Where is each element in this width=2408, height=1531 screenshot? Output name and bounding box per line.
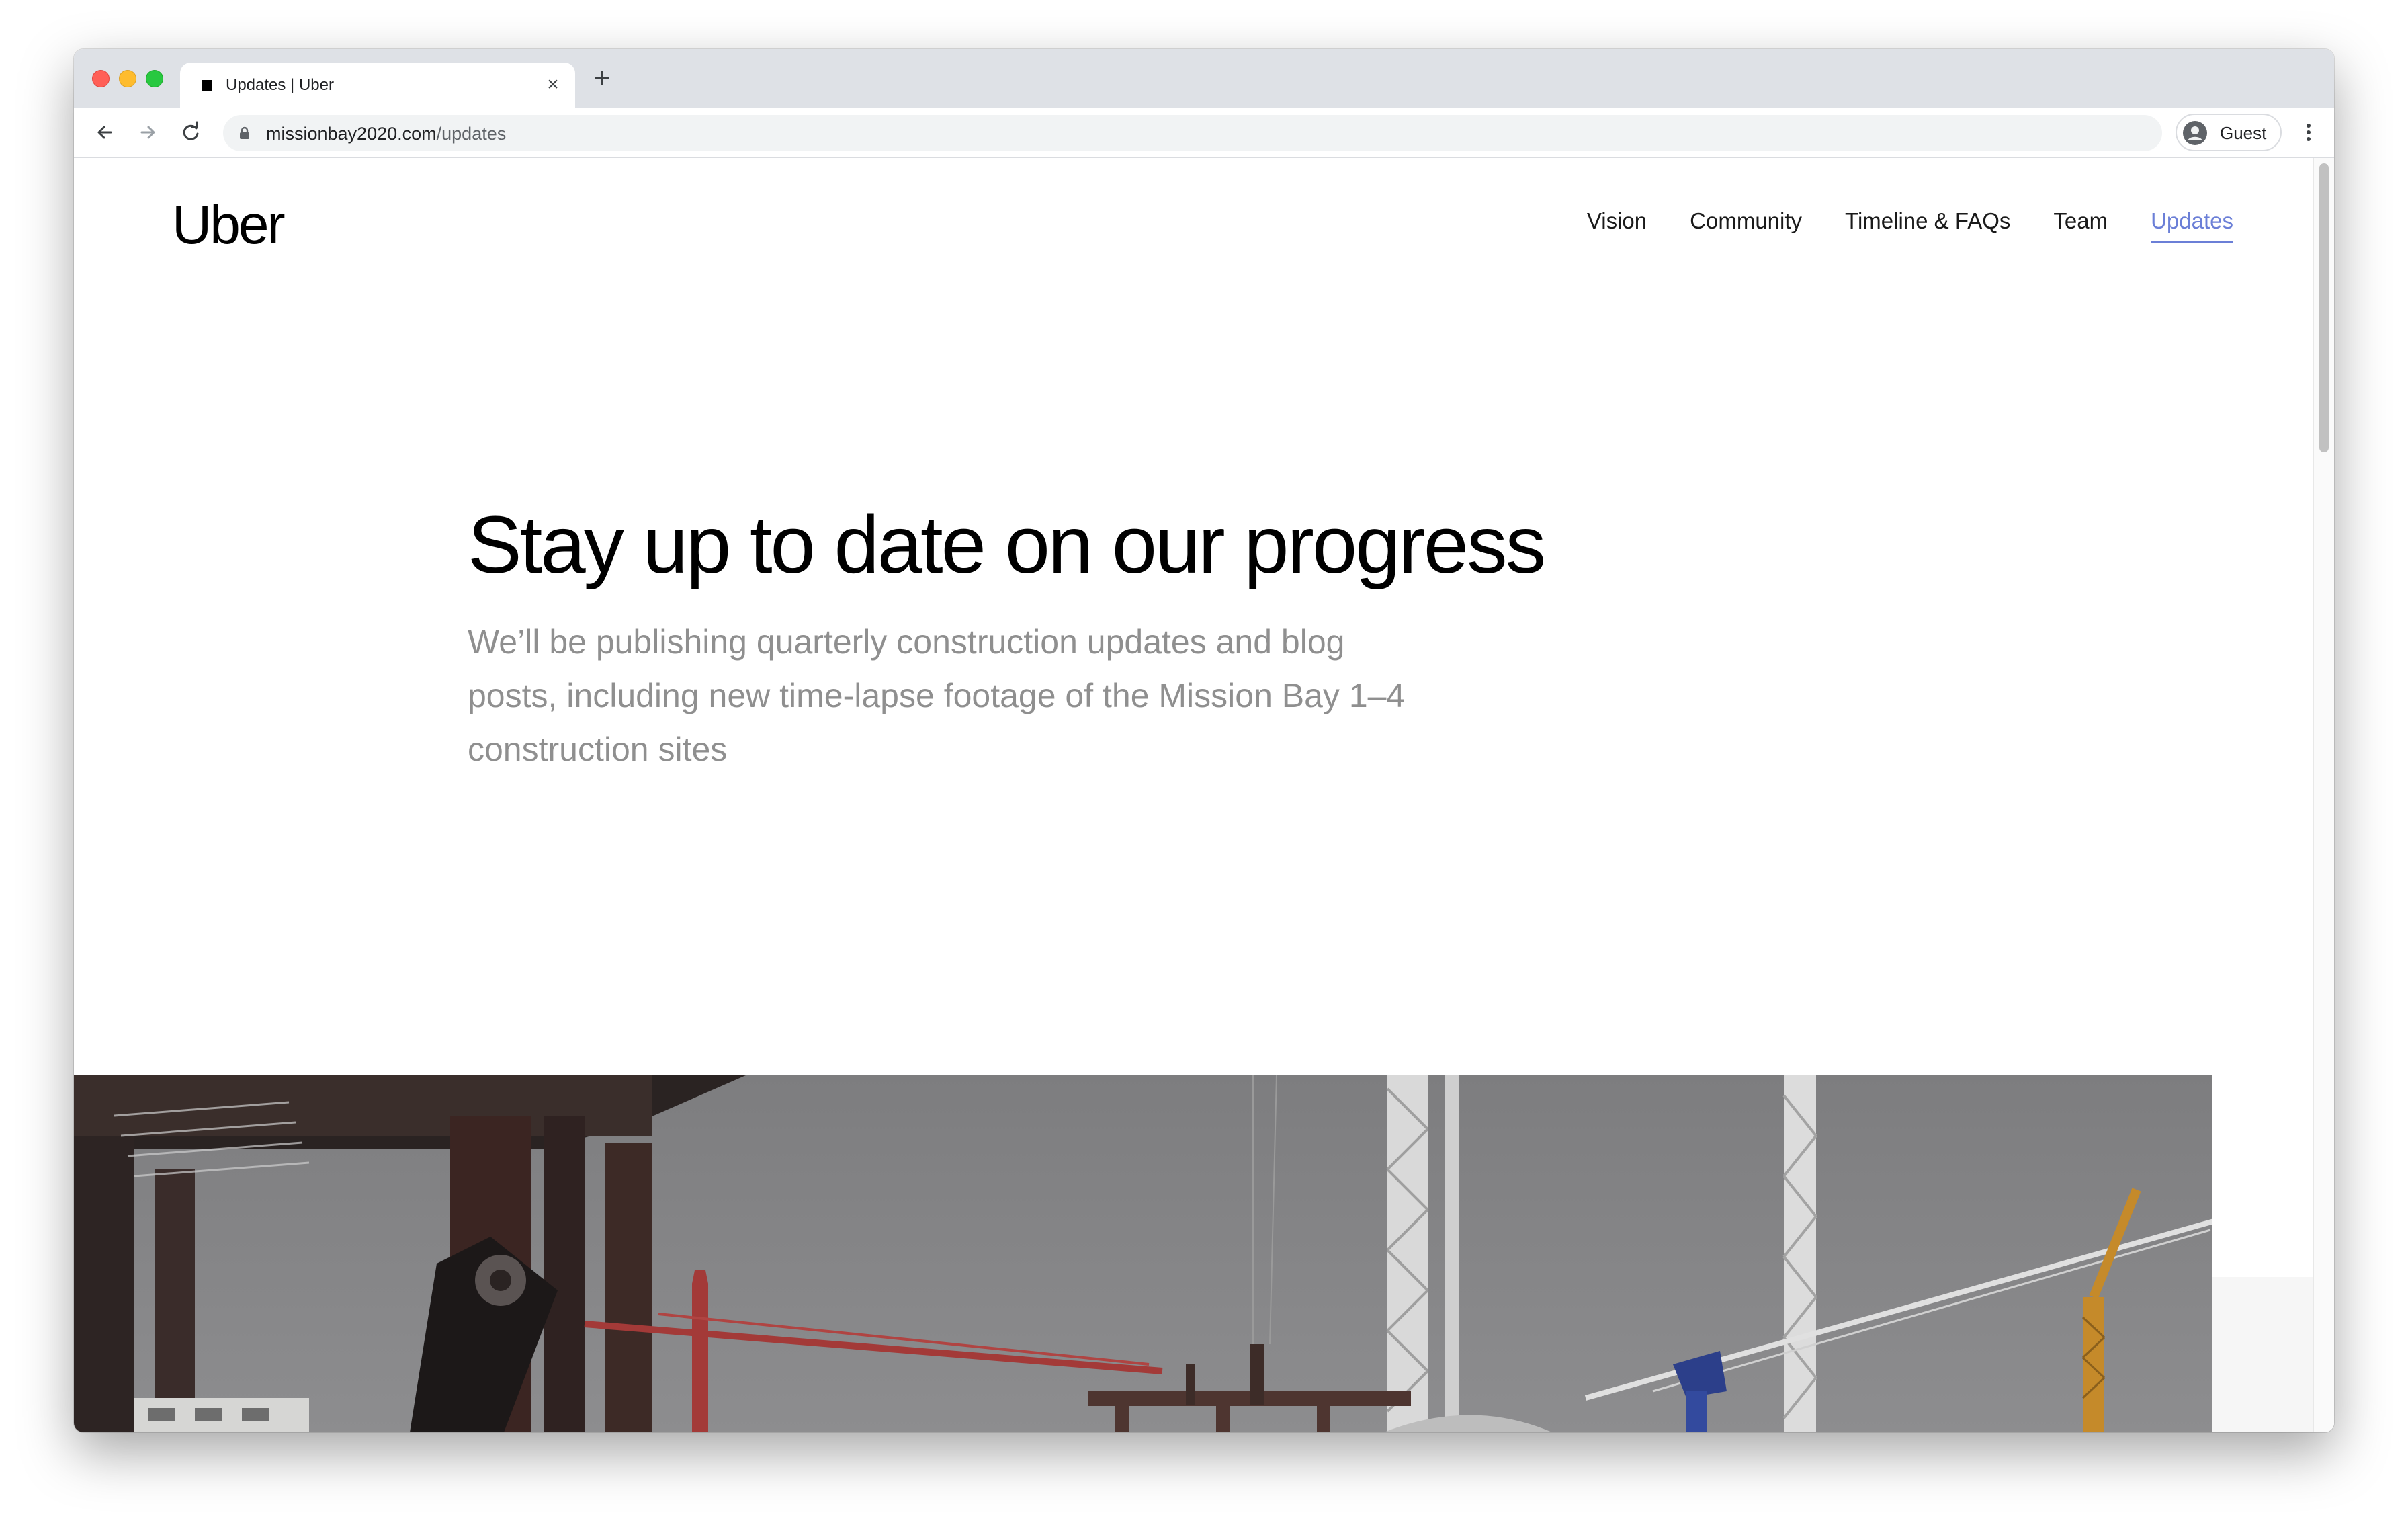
profile-label: Guest [2220,123,2267,143]
scrollbar[interactable] [2313,158,2334,1432]
url-text: missionbay2020.com/updates [266,124,506,144]
construction-photo [74,1075,2212,1432]
address-bar[interactable]: missionbay2020.com/updates [223,115,2162,151]
close-icon[interactable]: × [542,73,564,96]
nav-item-updates[interactable]: Updates [2151,208,2233,243]
arrow-right-icon[interactable] [133,118,163,147]
maximize-window-button[interactable] [146,70,163,87]
plus-icon[interactable]: + [587,64,617,93]
favicon-icon [202,80,212,91]
page-subtitle: We’ll be publishing quarterly constructi… [468,623,1406,768]
arrow-left-icon[interactable] [90,118,120,147]
browser-window: Updates | Uber × + missionbay2020.com/up… [74,49,2334,1432]
vertical-dots-icon[interactable] [2295,119,2322,146]
tab-strip: Updates | Uber × + [74,49,2334,108]
browser-tab[interactable]: Updates | Uber × [180,63,575,108]
nav-item-timeline-faqs[interactable]: Timeline & FAQs [1845,208,2010,235]
url-path: /updates [436,124,507,144]
minimize-window-button[interactable] [119,70,136,87]
nav-item-vision[interactable]: Vision [1587,208,1647,235]
uber-logo[interactable]: Uber [172,195,286,255]
site-nav: Vision Community Timeline & FAQs Team Up… [1587,208,2233,243]
page-title: Stay up to date on our progress [468,499,1546,590]
browser-toolbar: missionbay2020.com/updates Guest [74,108,2334,158]
scrollbar-thumb[interactable] [2319,163,2329,452]
construction-site-image [74,1075,2212,1432]
lock-icon [240,126,249,139]
page-side-panel [2212,1277,2314,1432]
profile-button[interactable]: Guest [2176,114,2282,151]
tab-title: Updates | Uber [226,76,334,94]
person-circle-icon [2183,121,2207,145]
url-host: missionbay2020.com [266,124,437,144]
nav-item-community[interactable]: Community [1690,208,1802,235]
page-viewport: Uber Vision Community Timeline & FAQs Te… [74,158,2334,1432]
close-window-button[interactable] [92,70,110,87]
reload-icon[interactable] [176,118,206,147]
nav-item-team[interactable]: Team [2053,208,2108,235]
